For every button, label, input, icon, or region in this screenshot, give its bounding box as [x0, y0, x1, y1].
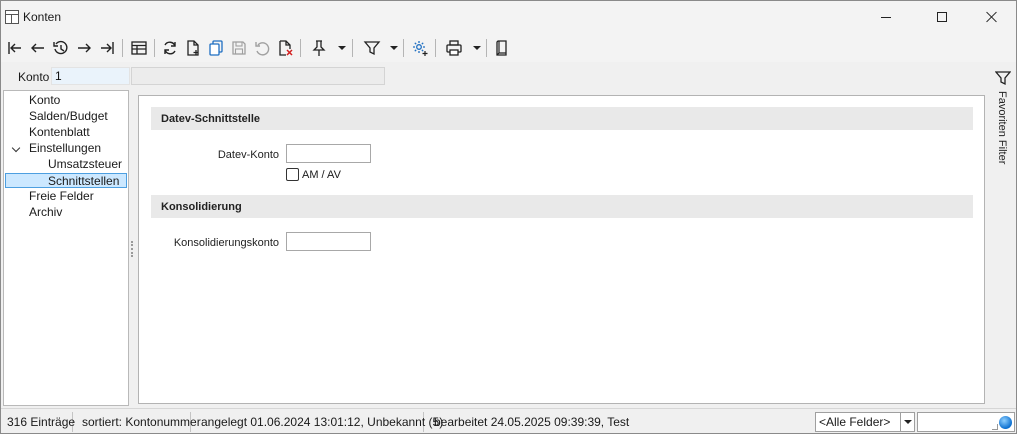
tree-item-kontenblatt[interactable]: Kontenblatt — [29, 125, 90, 140]
app-icon — [5, 10, 19, 24]
settings-button[interactable] — [409, 37, 431, 59]
toolbar-separator — [435, 39, 436, 57]
first-record-icon — [8, 42, 21, 54]
status-edited: bearbeitet 24.05.2025 09:39:39, Test — [434, 415, 630, 429]
maximize-button[interactable] — [919, 1, 965, 33]
konto-input[interactable]: 1 — [51, 67, 130, 85]
splitter-handle[interactable] — [131, 241, 133, 257]
last-record-button[interactable] — [96, 37, 118, 59]
refresh-icon — [164, 41, 176, 55]
minimize-icon — [881, 16, 891, 18]
tree-item-einstellungen[interactable]: Einstellungen — [29, 141, 101, 156]
konsolidierungskonto-input[interactable] — [286, 232, 371, 251]
status-search-input[interactable] — [917, 412, 1015, 432]
refresh-button[interactable] — [159, 37, 181, 59]
chevron-down-icon[interactable] — [12, 144, 22, 154]
toolbar-separator — [352, 39, 353, 57]
tree-item-schnittstellen[interactable]: Schnittstellen — [5, 173, 127, 188]
copy-icon — [209, 40, 223, 56]
datev-section-header: Datev-Schnittstelle — [151, 107, 973, 130]
undo-icon — [255, 42, 270, 56]
close-icon — [986, 11, 998, 23]
datev-konto-label: Datev-Konto — [217, 149, 279, 161]
favorites-filter-icon[interactable] — [995, 70, 1011, 86]
status-bar: 316 Einträge sortiert: Kontonummer angel… — [1, 408, 1016, 433]
print-dropdown[interactable] — [473, 43, 481, 53]
resize-grip-icon — [992, 424, 998, 430]
print-button[interactable] — [443, 37, 465, 59]
previous-record-icon — [31, 43, 44, 53]
main-panel: Datev-Schnittstelle Datev-Konto AM / AV … — [138, 95, 985, 404]
book-button[interactable] — [491, 37, 513, 59]
delete-document-button[interactable] — [274, 37, 296, 59]
konsolidierung-section-header: Konsolidierung — [151, 195, 973, 218]
field-select-dropdown[interactable]: <Alle Felder> — [815, 412, 915, 432]
history-button[interactable] — [50, 37, 72, 59]
new-document-icon — [187, 40, 199, 56]
am-av-label: AM / AV — [302, 169, 341, 181]
tree-item-archiv[interactable]: Archiv — [29, 205, 62, 220]
save-icon — [232, 41, 246, 55]
datev-konto-input[interactable] — [286, 144, 371, 163]
toolbar — [1, 34, 1016, 62]
previous-record-button[interactable] — [27, 37, 49, 59]
konto-label: Konto — [18, 70, 50, 84]
toolbar-separator — [300, 39, 301, 57]
toolbar-separator — [486, 39, 487, 57]
last-record-icon — [101, 42, 114, 54]
am-av-checkbox[interactable] — [286, 168, 299, 181]
print-icon — [446, 40, 462, 56]
history-icon — [53, 40, 68, 55]
toolbar-separator — [403, 39, 404, 57]
save-button[interactable] — [228, 37, 250, 59]
status-created: angelegt 01.06.2024 13:01:12, Unbekannt … — [196, 412, 443, 432]
new-document-button[interactable] — [182, 37, 204, 59]
globe-icon[interactable] — [999, 416, 1012, 429]
pin-dropdown[interactable] — [338, 43, 346, 53]
konto-description-field — [131, 67, 385, 85]
konsolidierungskonto-label: Konsolidierungskonto — [173, 237, 279, 249]
tree-item-konto[interactable]: Konto — [29, 93, 60, 108]
field-select-value: <Alle Felder> — [819, 415, 891, 429]
toolbar-separator — [122, 39, 123, 57]
close-button[interactable] — [969, 1, 1015, 33]
maximize-icon — [937, 12, 947, 22]
filter-icon — [363, 41, 381, 56]
book-icon — [496, 40, 507, 56]
table-view-button[interactable] — [128, 37, 150, 59]
tree-item-umsatzsteuer[interactable]: Umsatzsteuer — [48, 157, 122, 172]
copy-button[interactable] — [205, 37, 227, 59]
tree-item-freie-felder[interactable]: Freie Felder — [29, 189, 94, 204]
toolbar-separator — [154, 39, 155, 57]
status-entry-count: 316 Einträge — [2, 412, 75, 432]
pin-icon — [312, 40, 326, 56]
window-title: Konten — [23, 10, 62, 24]
delete-document-icon — [279, 40, 293, 56]
filter-dropdown[interactable] — [390, 43, 398, 53]
filter-button[interactable] — [361, 37, 383, 59]
navigation-tree: Konto Salden/Budget Kontenblatt Einstell… — [3, 90, 129, 406]
favorites-filter-tab[interactable]: Favoriten Filter — [996, 91, 1008, 164]
table-view-icon — [131, 41, 147, 55]
first-record-button[interactable] — [4, 37, 26, 59]
settings-icon — [413, 41, 428, 56]
next-record-button[interactable] — [73, 37, 95, 59]
konten-window: Konten Konto 1 Konto Salden/Budget Konte… — [0, 0, 1017, 434]
pin-button[interactable] — [308, 37, 330, 59]
next-record-icon — [78, 43, 91, 53]
status-sort-order: sortiert: Kontonummer — [77, 412, 201, 432]
title-bar: Konten — [1, 1, 1016, 34]
minimize-button[interactable] — [863, 1, 909, 33]
undo-button[interactable] — [251, 37, 273, 59]
chevron-down-icon[interactable] — [900, 413, 914, 431]
tree-item-salden-budget[interactable]: Salden/Budget — [29, 109, 108, 124]
